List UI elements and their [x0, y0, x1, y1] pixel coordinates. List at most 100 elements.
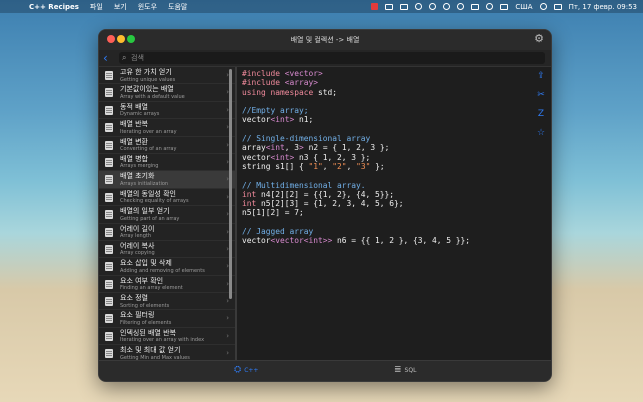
menu-clock[interactable]: Пт, 17 февр. 09:53 [569, 3, 637, 11]
document-icon [105, 192, 113, 202]
message-icon[interactable] [385, 3, 394, 10]
location-icon[interactable] [443, 3, 451, 10]
wifi-icon[interactable] [457, 3, 465, 10]
split-divider[interactable] [235, 67, 237, 363]
tab-cpp-label: C++ [244, 366, 259, 374]
screen-icon[interactable] [400, 3, 409, 10]
code-line: #include <vector> [242, 69, 547, 78]
code-token: <vector> [284, 69, 323, 78]
list-item[interactable]: 동적 배열 Dynamic arrays › [99, 102, 235, 120]
menu-app-name[interactable]: C++ Recipes [29, 3, 79, 11]
vpn-icon[interactable] [429, 3, 437, 10]
list-item-title: 최소 및 최대 값 얻기 [120, 346, 181, 355]
chevron-right-icon: › [226, 349, 229, 358]
scissors-icon[interactable]: ✂ [535, 89, 547, 108]
sidebar-scrollbar[interactable] [229, 69, 232, 299]
list-item[interactable]: 기본값이있는 배열 Array with a default value › [99, 84, 235, 102]
code-token: // Multidimensional array. [242, 180, 366, 190]
control-center-icon[interactable] [553, 3, 562, 10]
back-chevron-icon[interactable]: ‹ [103, 51, 108, 65]
code-token: std; [318, 87, 338, 97]
search-box[interactable]: ⌕ [119, 52, 545, 64]
star-icon[interactable]: ☆ [535, 127, 547, 146]
document-icon [105, 227, 113, 237]
list-item[interactable]: 배열 반복 Iterating over an array › [99, 119, 235, 137]
list-item-title: 고유 한 가치 얻기 [120, 68, 172, 76]
code-line: #include <array> [242, 78, 547, 87]
document-icon [105, 349, 113, 359]
list-item-title: 배열의 일부 얻기 [120, 207, 170, 216]
user-icon[interactable] [486, 3, 494, 10]
search-input[interactable] [131, 52, 531, 64]
list-item-subtitle: Sorting of elements [120, 302, 170, 309]
list-item-subtitle: Array with a default value [120, 93, 185, 100]
document-icon [105, 314, 113, 324]
chevron-right-icon: › [226, 314, 229, 323]
gear-icon[interactable]: ⚙ [533, 33, 545, 45]
code-token: , [346, 161, 357, 171]
list-item[interactable]: 요소 필터링 Filtering of elements › [99, 310, 235, 328]
list-item[interactable]: 고유 한 가치 얻기 Getting unique values › [99, 67, 235, 85]
code-token: #include [242, 69, 285, 78]
list-item[interactable]: 배열의 일부 얻기 Getting part of an array › [99, 206, 235, 224]
list-item[interactable]: 요소 정렬 Sorting of elements › [99, 293, 235, 311]
list-item-title: 동적 배열 [120, 102, 148, 111]
list-item-title: 요소 삽입 및 삭제 [120, 259, 172, 268]
status-area: США Пт, 17 февр. 09:53 [371, 0, 637, 13]
list-item-title: 배열의 동일성 확인 [120, 189, 176, 198]
list-item-title: 어레이 길이 [120, 224, 155, 233]
battery-icon[interactable] [471, 3, 480, 10]
list-item[interactable]: 어레이 복사 Array copying › [99, 241, 235, 259]
list-item-title: 배열 병합 [120, 154, 148, 163]
code-token: string s1[] { [242, 161, 309, 171]
list-item[interactable]: 인덱싱된 배열 반복 Iterating over an array with i… [99, 328, 235, 346]
code-line: vector<vector<int>> n6 = {{ 1, 2 }, {3, … [242, 236, 547, 245]
list-item[interactable]: 배열 병합 Arrays merging › [99, 154, 235, 172]
code-line: // Single-dimensional array [242, 134, 547, 143]
list-item[interactable]: 배열의 동일성 확인 Checking equality of arrays › [99, 189, 235, 207]
code-token: // Jagged array [242, 227, 314, 237]
record-icon[interactable] [371, 3, 379, 10]
code-line: n5[1][2] = 7; [242, 208, 547, 217]
code-line: // Multidimensional array. [242, 181, 547, 190]
list-item[interactable]: 배열 초기화 Arrays initialization › [99, 171, 235, 189]
list-item-title: 요소 여부 확인 [120, 276, 164, 285]
code-token: <int> [270, 152, 295, 162]
menu-window[interactable]: 윈도우 [138, 2, 157, 12]
input-language[interactable]: США [515, 3, 532, 11]
list-item[interactable]: 요소 삽입 및 삭제 Adding and removing of element… [99, 258, 235, 276]
code-token: n6 = {{ 1, 2 }, {3, 4, 5 }}; [332, 236, 471, 246]
font-size-icon[interactable]: Z [535, 108, 547, 127]
code-token: <array> [284, 78, 319, 88]
code-token: vector [242, 152, 271, 162]
share-icon[interactable]: ⇪ [535, 70, 547, 89]
list-item[interactable]: 요소 여부 확인 Finding an array element › [99, 276, 235, 294]
list-item[interactable]: 배열 변환 Converting of an array › [99, 137, 235, 154]
menu-help[interactable]: 도움말 [168, 2, 187, 12]
list-item-title: 어레이 복사 [120, 241, 155, 250]
code-line: vector<int> n3 { 1, 2, 3 }; [242, 153, 547, 162]
code-token: , 3 [284, 143, 300, 153]
code-token: n1; [294, 115, 314, 125]
document-icon [105, 88, 113, 98]
menu-view[interactable]: 보기 [114, 2, 127, 12]
cpp-icon: ⛭ [234, 365, 242, 375]
list-item-subtitle: Converting of an array [120, 146, 177, 153]
tab-cpp[interactable]: ⛭ C++ [234, 365, 258, 375]
spotlight-icon[interactable] [539, 3, 547, 10]
keyboard-icon[interactable] [500, 3, 509, 10]
menu-bar: C++ Recipes 파일 보기 윈도우 도움말 США Пт, 17 фев… [0, 0, 643, 13]
tab-sql[interactable]: ≣ SQL [394, 365, 416, 375]
sound-icon[interactable] [415, 3, 423, 10]
code-token: int [242, 189, 257, 199]
list-item-subtitle: Arrays initialization [120, 180, 169, 187]
document-icon [105, 157, 113, 167]
menu-file[interactable]: 파일 [90, 2, 103, 12]
document-icon [105, 175, 113, 185]
list-item-title: 배열 반복 [120, 120, 148, 129]
code-token: // Single-dimensional array [242, 134, 371, 144]
code-token: using namespace [242, 87, 319, 97]
code-line: using namespace std; [242, 88, 547, 97]
list-item[interactable]: 어레이 길이 Array length › [99, 224, 235, 241]
